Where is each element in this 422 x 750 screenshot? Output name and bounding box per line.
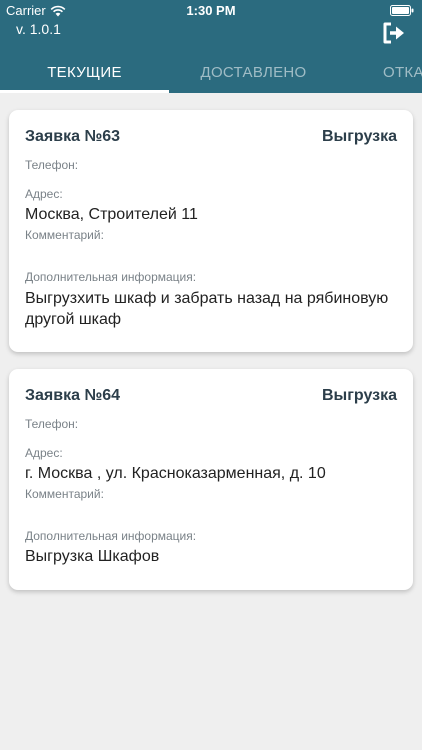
- comment-label: Комментарий:: [25, 228, 104, 242]
- address-label: Адрес:: [25, 446, 63, 460]
- tab-current-label: ТЕКУЩИЕ: [47, 64, 122, 81]
- app-header: Carrier 1:30 PM v. 1.0.1 ТЕКУЩИЕ ДОСТАВЛ…: [0, 0, 422, 93]
- phone-label: Телефон:: [25, 417, 79, 431]
- extra-info-value: Выгрузка Шкафов: [25, 548, 160, 565]
- active-tab-indicator: [0, 90, 169, 93]
- tab-rejected[interactable]: ОТКА: [338, 52, 422, 93]
- app-version: v. 1.0.1: [16, 21, 61, 37]
- address-label: Адрес:: [25, 187, 63, 201]
- extra-info-value: Выгрузхить шкаф и забрать назад на рябин…: [25, 290, 389, 328]
- tab-bar: ТЕКУЩИЕ ДОСТАВЛЕНО ОТКА: [0, 52, 422, 93]
- tab-rejected-label: ОТКА: [383, 64, 422, 81]
- address-value: Москва, Строителей 11: [25, 206, 198, 223]
- status-time: 1:30 PM: [186, 3, 236, 18]
- phone-label: Телефон:: [25, 158, 79, 172]
- order-title: Заявка №64: [25, 387, 121, 404]
- extra-info-label: Дополнительная информация:: [25, 270, 197, 284]
- tab-delivered-label: ДОСТАВЛЕНО: [200, 64, 307, 81]
- extra-info-label: Дополнительная информация:: [25, 529, 197, 543]
- battery-icon: [390, 5, 414, 16]
- tab-delivered[interactable]: ДОСТАВЛЕНО: [169, 52, 338, 93]
- order-card[interactable]: Заявка №64 Выгрузка Телефон: Адрес: г. М…: [9, 369, 413, 590]
- order-type: Выгрузка: [322, 387, 397, 404]
- order-type: Выгрузка: [322, 128, 397, 145]
- order-card[interactable]: Заявка №63 Выгрузка Телефон: Адрес: Моск…: [9, 110, 413, 352]
- logout-icon[interactable]: [382, 22, 406, 44]
- address-value: г. Москва , ул. Красноказарменная, д. 10: [25, 465, 326, 482]
- order-title: Заявка №63: [25, 128, 121, 145]
- comment-label: Комментарий:: [25, 487, 104, 501]
- status-bar: Carrier 1:30 PM: [0, 0, 422, 22]
- tab-current[interactable]: ТЕКУЩИЕ: [0, 52, 169, 93]
